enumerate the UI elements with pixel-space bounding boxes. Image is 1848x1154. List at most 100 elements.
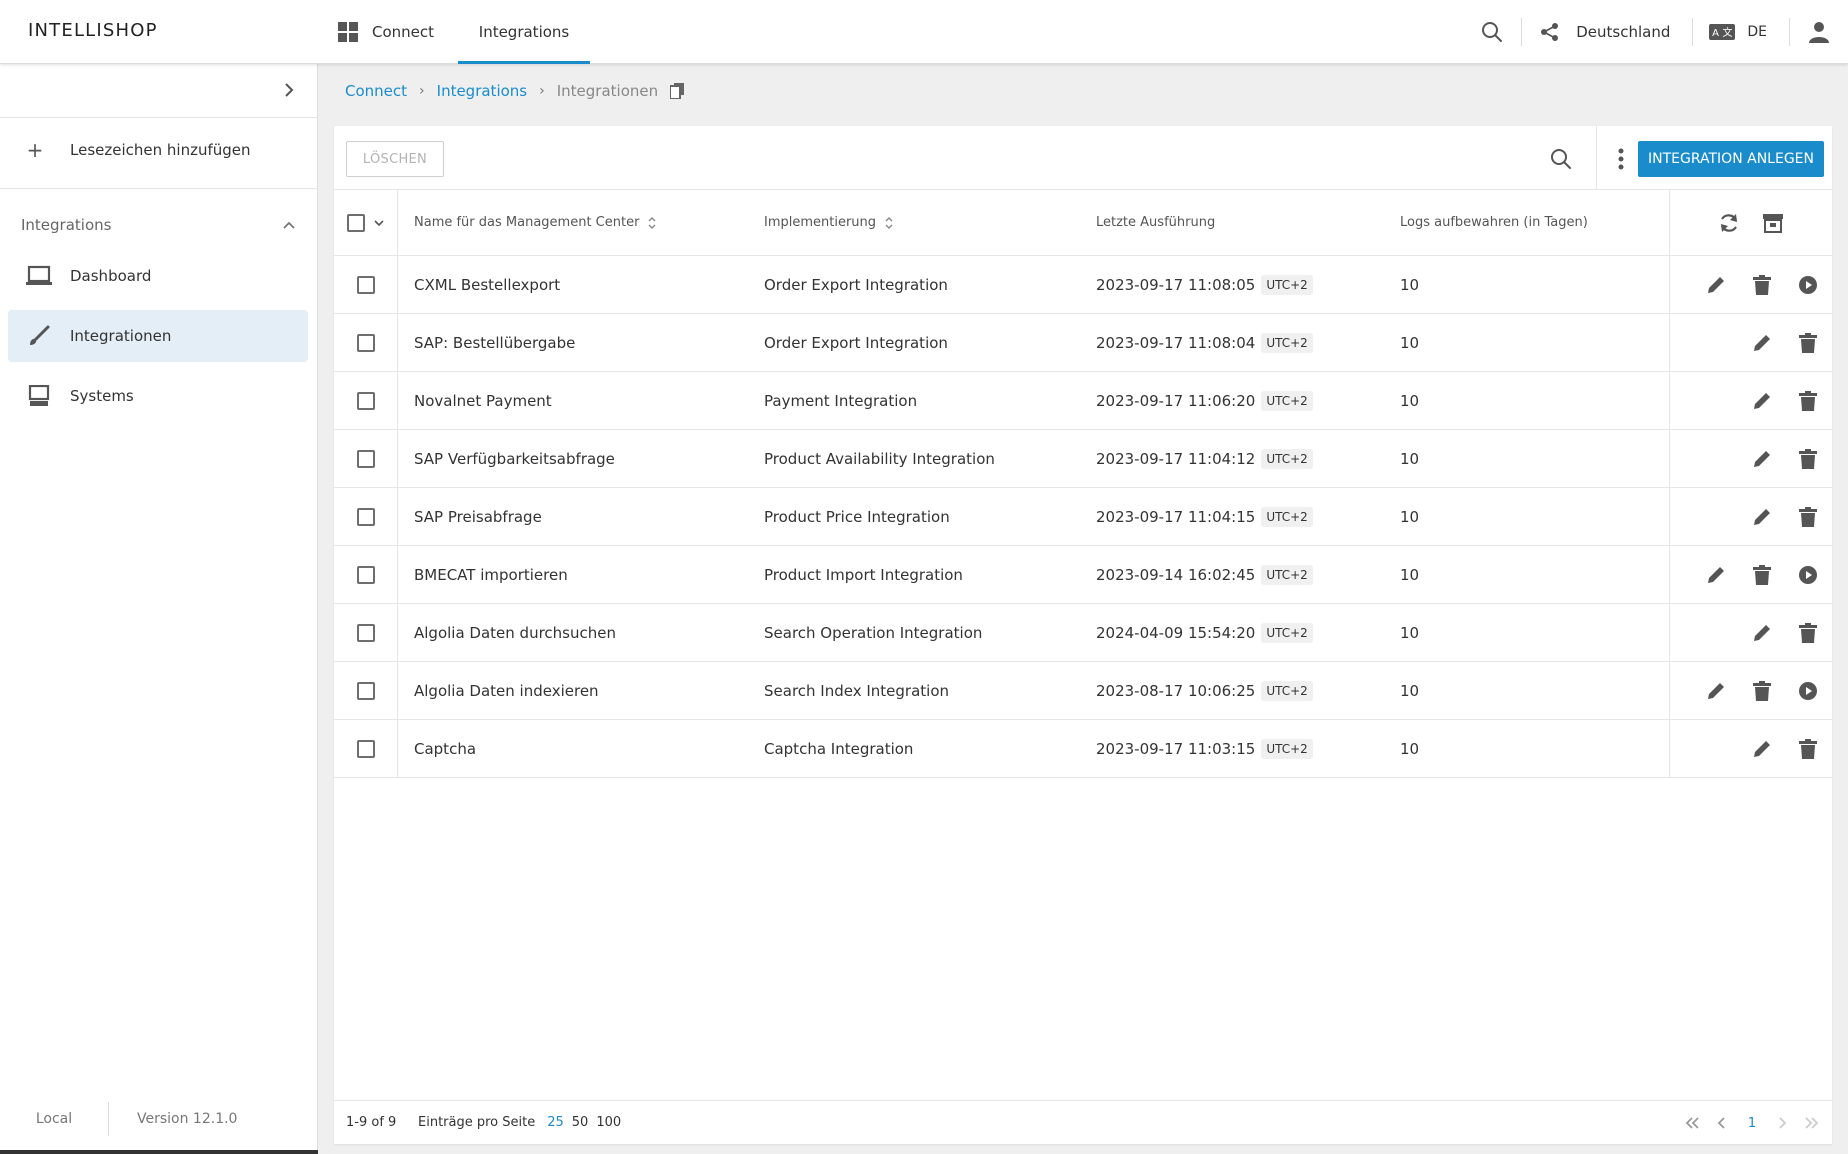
last-page-icon[interactable]	[1802, 1111, 1822, 1135]
row-actions	[1669, 430, 1832, 487]
logo[interactable]: INTELLISHOP	[28, 20, 158, 41]
divider	[0, 188, 318, 189]
row-select-cell	[334, 662, 398, 719]
breadcrumb-connect[interactable]: Connect	[345, 82, 407, 100]
archive-icon[interactable]	[1761, 211, 1785, 235]
first-page-icon[interactable]	[1682, 1111, 1702, 1135]
per-page-100[interactable]: 100	[596, 1115, 621, 1130]
table-row[interactable]: SAP Verfügbarkeitsabfrage Product Availab…	[334, 430, 1832, 488]
column-header-name[interactable]: Name für das Management Center	[414, 190, 754, 255]
timezone-badge: UTC+2	[1261, 680, 1313, 701]
nav-connect[interactable]: Connect	[338, 0, 434, 64]
row-checkbox[interactable]	[356, 449, 375, 468]
environment-label: Local	[35, 1111, 73, 1127]
nav-integrations-label: Integrations	[478, 23, 570, 41]
per-page-25[interactable]: 25	[547, 1115, 564, 1130]
edit-icon[interactable]	[1750, 389, 1774, 413]
create-integration-button[interactable]: INTEGRATION ANLEGEN	[1638, 141, 1824, 177]
edit-icon[interactable]	[1750, 331, 1774, 355]
brush-icon	[8, 325, 70, 347]
edit-icon[interactable]	[1750, 505, 1774, 529]
table-row[interactable]: CXML Bestellexport Order Export Integrati…	[334, 256, 1832, 314]
edit-icon[interactable]	[1750, 621, 1774, 645]
delete-icon[interactable]	[1750, 679, 1774, 703]
row-checkbox[interactable]	[356, 391, 375, 410]
language-selector[interactable]: A文 DE	[1693, 0, 1789, 64]
prev-page-icon[interactable]	[1712, 1111, 1732, 1135]
cell-logs: 10	[1400, 275, 1420, 294]
table-row[interactable]: BMECAT importieren Product Import Integra…	[334, 546, 1832, 604]
delete-icon[interactable]	[1796, 331, 1820, 355]
sidebar-item-systems[interactable]: Systems	[8, 370, 308, 422]
sidebar-item-label: Systems	[70, 387, 134, 405]
row-checkbox[interactable]	[356, 565, 375, 584]
table-row[interactable]: SAP: Bestellübergabe Order Export Integra…	[334, 314, 1832, 372]
table-row[interactable]: SAP Preisabfrage Product Price Integratio…	[334, 488, 1832, 546]
next-page-icon[interactable]	[1772, 1111, 1792, 1135]
current-page[interactable]: 1	[1742, 1111, 1762, 1135]
delete-icon[interactable]	[1750, 273, 1774, 297]
more-options-button[interactable]	[1606, 140, 1636, 178]
chevron-right-icon[interactable]	[282, 81, 296, 99]
row-checkbox[interactable]	[356, 681, 375, 700]
add-bookmark-button[interactable]: + Lesezeichen hinzufügen	[0, 126, 318, 174]
select-all-checkbox[interactable]	[346, 213, 365, 232]
country-label: Deutschland	[1576, 23, 1671, 41]
select-all-cell	[334, 190, 398, 255]
per-page-50[interactable]: 50	[572, 1115, 589, 1130]
delete-icon[interactable]	[1750, 563, 1774, 587]
sidebar-item-label: Integrationen	[70, 327, 172, 345]
cell-logs: 10	[1400, 391, 1420, 410]
version-label: Version 12.1.0	[137, 1111, 238, 1127]
row-actions	[1669, 372, 1832, 429]
chevron-down-icon[interactable]	[373, 219, 385, 227]
delete-icon[interactable]	[1796, 389, 1820, 413]
row-checkbox[interactable]	[356, 507, 375, 526]
timezone-badge: UTC+2	[1261, 332, 1313, 353]
more-vertical-icon	[1618, 148, 1624, 170]
computer-icon	[8, 385, 70, 407]
table-row[interactable]: Algolia Daten durchsuchen Search Operatio…	[334, 604, 1832, 662]
sidebar-item-integrationen[interactable]: Integrationen	[8, 310, 308, 362]
refresh-icon[interactable]	[1717, 211, 1741, 235]
edit-icon[interactable]	[1704, 679, 1728, 703]
edit-icon[interactable]	[1750, 447, 1774, 471]
copy-icon[interactable]	[670, 83, 685, 99]
sidebar-item-dashboard[interactable]: Dashboard	[8, 250, 308, 302]
row-checkbox[interactable]	[356, 623, 375, 642]
run-icon[interactable]	[1796, 273, 1820, 297]
table-row[interactable]: Captcha Captcha Integration 2023-09-17 11:…	[334, 720, 1832, 778]
user-menu-button[interactable]	[1790, 0, 1848, 64]
delete-icon[interactable]	[1796, 621, 1820, 645]
run-icon[interactable]	[1796, 679, 1820, 703]
delete-icon[interactable]	[1796, 505, 1820, 529]
nav-connect-label: Connect	[372, 23, 435, 41]
edit-icon[interactable]	[1704, 273, 1728, 297]
search-icon	[1550, 148, 1572, 170]
cell-name: Novalnet Payment	[414, 391, 552, 410]
breadcrumb-integrations[interactable]: Integrations	[437, 82, 527, 100]
last-run-time: 2023-09-17 11:06:20	[1096, 391, 1256, 410]
row-select-cell	[334, 430, 398, 487]
table-search-button[interactable]	[1542, 140, 1580, 178]
table-row[interactable]: Novalnet Payment Payment Integration 2023-…	[334, 372, 1832, 430]
row-checkbox[interactable]	[356, 275, 375, 294]
global-search-button[interactable]	[1463, 0, 1521, 64]
edit-icon[interactable]	[1704, 563, 1728, 587]
run-icon[interactable]	[1796, 563, 1820, 587]
delete-icon[interactable]	[1796, 737, 1820, 761]
delete-button[interactable]: LÖSCHEN	[346, 141, 444, 177]
country-selector[interactable]: Deutschland	[1522, 0, 1692, 64]
share-icon	[1540, 22, 1560, 42]
last-run-time: 2023-09-17 11:03:15	[1096, 739, 1256, 758]
delete-icon[interactable]	[1796, 447, 1820, 471]
nav-integrations[interactable]: Integrations	[458, 0, 590, 64]
edit-icon[interactable]	[1750, 737, 1774, 761]
row-actions	[1669, 488, 1832, 545]
row-checkbox[interactable]	[356, 739, 375, 758]
table-row[interactable]: Algolia Daten indexieren Search Index Int…	[334, 662, 1832, 720]
column-header-implementation[interactable]: Implementierung	[764, 190, 1084, 255]
row-checkbox[interactable]	[356, 333, 375, 352]
last-run-time: 2023-09-17 11:08:04	[1096, 333, 1256, 352]
column-header-logs: Logs aufbewahren (in Tagen)	[1400, 190, 1680, 255]
